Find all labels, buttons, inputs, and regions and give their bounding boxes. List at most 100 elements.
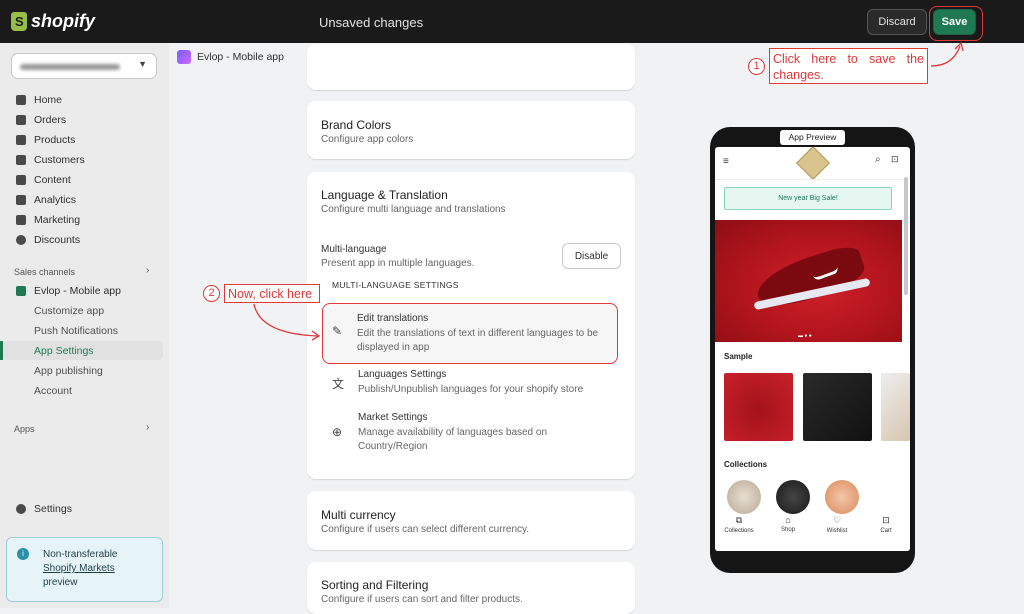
notice-line: Non-transferable: [43, 549, 118, 560]
scrollbar[interactable]: [904, 177, 908, 295]
target-icon: [16, 215, 26, 225]
tab-label: Wishlist: [826, 528, 848, 534]
product-thumbnail[interactable]: [803, 373, 872, 441]
chevron-right-icon[interactable]: ›: [146, 265, 149, 276]
carousel-dots: ▬ ● ●: [798, 333, 812, 339]
breadcrumb[interactable]: Evlop - Mobile app: [177, 50, 284, 64]
sidebar-item-label: Orders: [34, 114, 67, 126]
multi-currency-card[interactable]: Multi currency Configure if users can se…: [307, 491, 635, 550]
shopify-bag-icon: [11, 12, 27, 31]
sidebar-item-label: Analytics: [34, 194, 77, 206]
edit-translations-row[interactable]: ✎ Edit translations Edit the translation…: [322, 303, 618, 364]
top-bar: shopify Unsaved changes Discard Save: [0, 0, 1024, 43]
globe-icon: ⊕: [332, 425, 343, 439]
markets-preview-notice: i Non-transferable Shopify Markets previ…: [6, 537, 163, 602]
sidebar-item-label: Customers: [34, 154, 85, 166]
cart-icon[interactable]: ⊡: [891, 154, 899, 165]
collection-thumbnail[interactable]: [825, 480, 859, 514]
unsaved-changes-label: Unsaved changes: [319, 15, 424, 30]
sidebar-item-marketing[interactable]: Marketing: [16, 211, 80, 229]
tab-label: Cart: [880, 528, 892, 534]
apps-heading: Apps: [14, 424, 35, 434]
sidebar-subitem-customize-app[interactable]: Customize app: [34, 305, 104, 317]
row-title: Languages Settings: [358, 369, 447, 380]
tab-collections[interactable]: ⧉ Collections: [719, 515, 759, 534]
sales-channels-heading: Sales channels: [14, 267, 76, 277]
collection-thumbnail[interactable]: [776, 480, 810, 514]
sidebar-item-discounts[interactable]: Discounts: [16, 231, 80, 249]
hero-banner-image[interactable]: ▬ ● ●: [715, 220, 902, 342]
card-subtitle: Configure if users can select different …: [321, 524, 530, 535]
sorting-filtering-card[interactable]: Sorting and Filtering Configure if users…: [307, 562, 635, 614]
sale-banner[interactable]: New year Big Sale!: [724, 187, 892, 210]
step-1-callout: Click here to save the changes.: [769, 48, 928, 84]
evlop-logo-icon: [177, 50, 191, 64]
tag-icon: [16, 135, 26, 145]
card-title: Multi currency: [321, 508, 396, 522]
shopify-logo[interactable]: shopify: [11, 11, 95, 32]
sidebar-item-analytics[interactable]: Analytics: [16, 191, 76, 209]
previous-card: [307, 44, 635, 90]
sidebar-item-settings[interactable]: Settings: [16, 500, 72, 518]
heart-icon: ♡: [832, 515, 842, 525]
shop-icon: ⌂: [785, 515, 791, 525]
chevron-down-icon: ▼: [138, 59, 147, 69]
brand-name: shopify: [31, 11, 96, 31]
sidebar-item-label: Settings: [34, 503, 72, 515]
person-icon: [16, 155, 26, 165]
shopify-markets-link[interactable]: Shopify Markets: [43, 562, 155, 576]
store-selector[interactable]: ▼: [11, 53, 157, 79]
tab-label: Collections: [724, 528, 754, 534]
active-nav-indicator: [0, 341, 3, 360]
collections-heading: Collections: [724, 460, 768, 469]
sidebar-item-label: Discounts: [34, 234, 81, 246]
sidebar-item-home[interactable]: Home: [16, 91, 62, 109]
discount-icon: [16, 235, 26, 245]
sidebar-item-evlop[interactable]: Evlop - Mobile app: [16, 282, 121, 300]
step-1-arrow: [930, 41, 964, 67]
cart-icon: ⊡: [882, 515, 890, 525]
discard-button[interactable]: Discard: [867, 9, 927, 35]
translate-icon: 文: [332, 377, 345, 391]
row-desc: Publish/Unpublish languages for your sho…: [358, 384, 584, 395]
store-logo: [796, 147, 830, 180]
tab-shop[interactable]: ⌂ Shop: [768, 515, 808, 533]
product-thumbnail[interactable]: [881, 373, 910, 441]
card-title: Language & Translation: [321, 188, 448, 202]
disable-button[interactable]: Disable: [562, 243, 621, 269]
save-highlight-annotation: [929, 6, 983, 41]
product-thumbnail[interactable]: [724, 373, 793, 441]
hamburger-menu-icon[interactable]: ≡: [723, 156, 729, 167]
multi-language-settings-heading: MULTI-LANGUAGE SETTINGS: [332, 280, 459, 290]
sidebar-item-label: Marketing: [34, 214, 81, 226]
collection-thumbnail[interactable]: [727, 480, 761, 514]
brand-colors-card[interactable]: Brand Colors Configure app colors: [307, 101, 635, 159]
sidebar-subitem-push-notifications[interactable]: Push Notifications: [34, 325, 118, 337]
sidebar-item-content[interactable]: Content: [16, 171, 71, 189]
collections-icon: ⧉: [735, 515, 743, 525]
multi-language-label: Multi-language: [321, 244, 387, 255]
sidebar-subitem-account[interactable]: Account: [34, 385, 72, 397]
search-icon[interactable]: ⌕: [875, 154, 881, 165]
card-title: Brand Colors: [321, 118, 392, 132]
sidebar-item-products[interactable]: Products: [16, 131, 75, 149]
breadcrumb-label: Evlop - Mobile app: [197, 51, 284, 63]
tab-cart[interactable]: ⊡ Cart: [866, 515, 906, 534]
bottom-tab-bar: ⧉ Collections ⌂ Shop ♡ Wishlist ⊡ Cart: [715, 515, 910, 551]
sidebar-subitem-app-settings[interactable]: App Settings: [34, 345, 94, 357]
row-desc: Manage availability of languages based o…: [358, 427, 548, 452]
content-icon: [16, 175, 26, 185]
row-title: Edit translations: [357, 313, 429, 324]
sidebar-item-orders[interactable]: Orders: [16, 111, 66, 129]
app-preview-phone: ≡ ⌕ ⊡ New year Big Sale! ▬ ● ● Sample Co…: [710, 127, 915, 573]
chevron-right-icon[interactable]: ›: [146, 422, 149, 433]
row-desc: Edit the translations of text in differe…: [357, 328, 599, 353]
sidebar-subitem-app-publishing[interactable]: App publishing: [34, 365, 103, 377]
tab-wishlist[interactable]: ♡ Wishlist: [817, 515, 857, 534]
sidebar-item-label: Content: [34, 174, 71, 186]
sample-heading: Sample: [724, 352, 753, 361]
evlop-app-icon: [16, 286, 26, 296]
language-translation-card: Language & Translation Configure multi l…: [307, 172, 635, 479]
header-divider: [715, 179, 910, 180]
sidebar-item-customers[interactable]: Customers: [16, 151, 85, 169]
